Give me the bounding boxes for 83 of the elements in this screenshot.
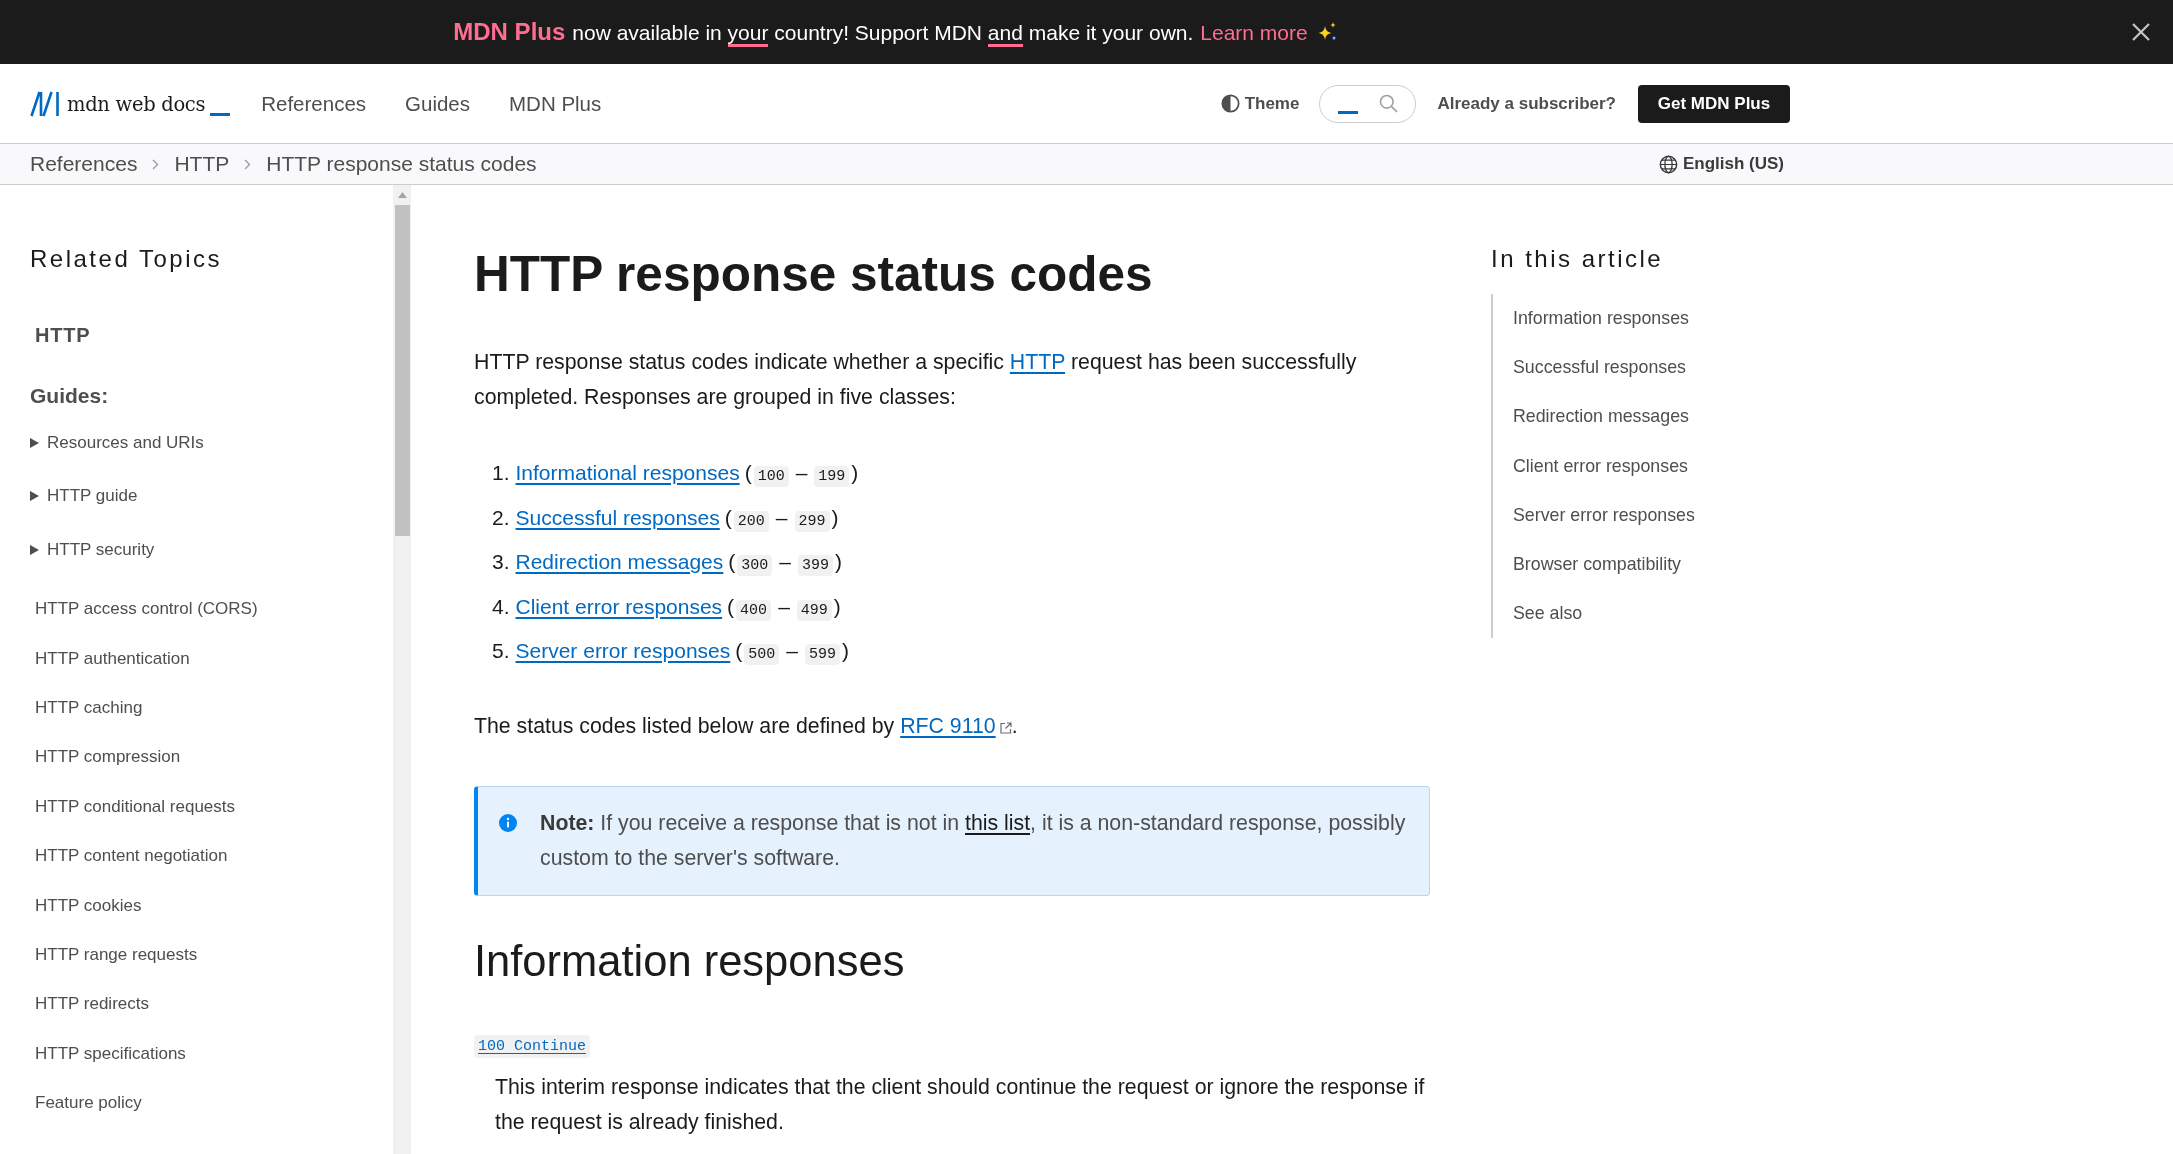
cursor-icon <box>210 112 231 116</box>
scrollbar-thumb[interactable] <box>394 205 410 536</box>
sidebar-link[interactable]: HTTP redirects <box>35 979 149 1029</box>
sidebar-group-toggle[interactable]: HTTP guide <box>30 469 138 523</box>
sidebar-link[interactable]: HTTP content negotiation <box>35 831 228 881</box>
chevron-right-icon <box>244 158 252 170</box>
toc-link[interactable]: Server error responses <box>1493 490 1695 540</box>
login-link[interactable]: Already a subscriber? <box>1437 93 1616 114</box>
breadcrumb-link[interactable]: References <box>30 152 138 176</box>
sidebar-link[interactable]: HTTP range requests <box>35 930 198 980</box>
sidebar-link[interactable]: HTTP access control (CORS) <box>35 584 258 634</box>
search-icon <box>1379 94 1399 113</box>
status-code-link[interactable]: 100 Continue <box>474 1034 591 1058</box>
status-code: 400 <box>736 599 772 621</box>
status-code: 399 <box>798 555 833 577</box>
sidebar-link[interactable]: HTTP specifications <box>35 1029 186 1079</box>
sidebar-link[interactable]: HTTP caching <box>35 683 143 733</box>
status-code: 100 <box>753 466 789 487</box>
theme-button[interactable]: Theme <box>1220 93 1300 114</box>
status-class-link[interactable]: Redirection messages <box>515 550 724 574</box>
status-code: 299 <box>794 510 830 532</box>
sidebar-group-heading: Guides: <box>30 383 109 409</box>
status-class-item: 2. Successful responses ( 200 – 299 ) <box>492 504 840 534</box>
globe-icon <box>1658 154 1678 174</box>
status-code: 500 <box>744 644 780 666</box>
get-plus-button[interactable]: Get MDN Plus <box>1638 84 1790 123</box>
status-class-item: 4. Client error responses ( 400 – 499 ) <box>492 593 842 623</box>
sidebar-link[interactable]: HTTP compression <box>35 732 181 783</box>
toc-link[interactable]: Information responses <box>1493 294 1689 344</box>
toc-link[interactable]: Redirection messages <box>1493 392 1689 442</box>
rfc-link[interactable]: RFC 9110 <box>900 713 996 738</box>
definition-paragraph: The status codes listed below are defined by RFC 9110 . <box>474 712 1019 740</box>
sidebar-section-link[interactable]: HTTP <box>35 320 91 350</box>
half-circle-icon <box>1220 94 1240 113</box>
nav-menu-item[interactable]: Guides <box>405 91 470 116</box>
sidebar-group-toggle[interactable]: HTTP security <box>30 523 155 577</box>
nav-menu-item[interactable]: References <box>261 91 367 116</box>
status-code: 200 <box>733 510 769 532</box>
home-logo-link[interactable]: mdn web docs <box>30 90 231 117</box>
breadcrumb-link[interactable]: HTTP <box>174 152 230 176</box>
status-code: 499 <box>796 599 832 621</box>
logo-mark-icon <box>30 90 60 117</box>
toc-link[interactable]: Client error responses <box>1493 441 1688 491</box>
learn-more-link[interactable]: Learn more <box>1200 21 1308 45</box>
http-link[interactable]: HTTP <box>1009 350 1066 374</box>
banner-brand: MDN Plus <box>453 18 566 46</box>
sidebar-link[interactable]: Feature policy <box>35 1078 142 1128</box>
external-link-icon <box>999 721 1012 734</box>
toc-link[interactable]: Successful responses <box>1493 343 1686 393</box>
banner-message: now available in your country! Support MDN and make it your own. <box>572 21 1194 45</box>
language-button[interactable]: English (US) <box>1658 154 1784 174</box>
status-class-item: 1. Informational responses ( 100 – 199 ) <box>492 460 860 489</box>
status-class-link[interactable]: Informational responses <box>515 461 740 484</box>
page-title: HTTP response status codes <box>474 245 1154 303</box>
section-heading: Information responses <box>474 936 906 985</box>
scroll-up-arrow-icon[interactable] <box>397 192 407 198</box>
close-icon <box>2132 23 2150 41</box>
cursor-icon <box>1338 111 1359 114</box>
status-class-item: 5. Server error responses ( 500 – 599 ) <box>492 638 850 668</box>
nav-menu-item[interactable]: MDN Plus <box>509 91 602 116</box>
status-class-link[interactable]: Client error responses <box>515 594 723 618</box>
status-code: 599 <box>804 644 840 666</box>
chevron-right-icon <box>152 158 160 170</box>
status-class-link[interactable]: Server error responses <box>515 639 731 663</box>
sidebar-group-toggle[interactable]: Resources and URIs <box>30 416 204 470</box>
sidebar-link[interactable]: HTTP cookies <box>35 880 142 931</box>
close-button[interactable] <box>2132 23 2150 41</box>
toc-link[interactable]: See also <box>1493 589 1583 639</box>
status-description: This interim response indicates that the client should continue the request or ignore the response if the request is already finished. <box>495 1073 1426 1136</box>
sidebar-link[interactable]: HTTP authentication <box>35 633 190 684</box>
sidebar-title: Related Topics <box>30 244 222 274</box>
info-icon <box>499 813 517 832</box>
toc-title: In this article <box>1491 244 1665 274</box>
intro-paragraph: HTTP response status codes indicate whether a specific HTTP request has been successfully completed. Responses are grouped in five classes: <box>474 349 1358 411</box>
status-class-item: 3. Redirection messages ( 300 – 399 ) <box>492 549 843 579</box>
status-code: 300 <box>737 555 773 577</box>
sidebar-link[interactable]: HTTP conditional requests <box>35 782 235 832</box>
status-code: 199 <box>814 466 850 487</box>
toc-link[interactable]: Browser compatibility <box>1493 539 1681 590</box>
breadcrumb-link[interactable]: HTTP response status codes <box>266 152 537 176</box>
this-list-link[interactable]: this list <box>964 810 1031 835</box>
status-class-link[interactable]: Successful responses <box>515 505 720 529</box>
note-text: Note: If you receive a response that is not in this list, it is a non-standard response, possibly custom to the server's software. <box>540 809 1407 872</box>
